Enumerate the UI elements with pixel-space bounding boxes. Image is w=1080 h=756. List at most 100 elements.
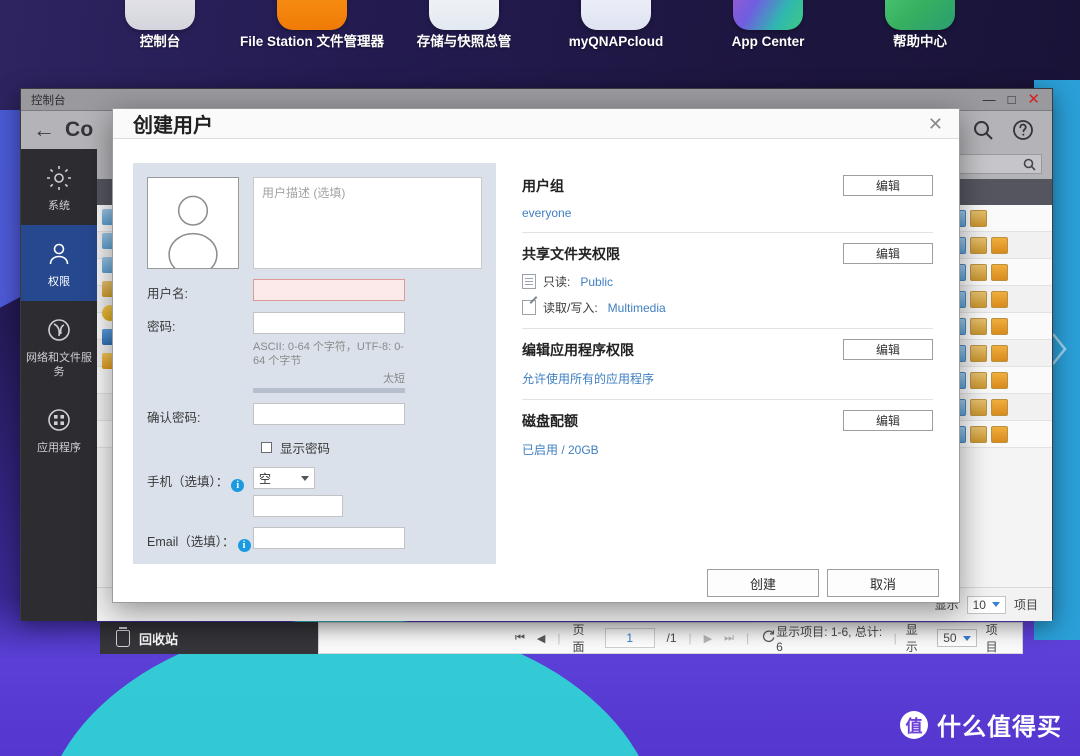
- maximize-button[interactable]: □: [1008, 93, 1016, 106]
- close-button[interactable]: ✕: [1027, 92, 1040, 107]
- apps-icon[interactable]: [991, 426, 1008, 443]
- username-input[interactable]: [253, 279, 405, 301]
- dock-item-file-station[interactable]: File Station 文件管理器: [236, 0, 388, 50]
- section-title: 磁盘配额: [522, 411, 578, 431]
- dock-item-storage-snapshot[interactable]: 存储与快照总管: [388, 0, 540, 50]
- phone-country-select[interactable]: 空: [253, 467, 315, 489]
- apps-icon[interactable]: [991, 318, 1008, 335]
- edit-disk-quota-button[interactable]: 编辑: [843, 410, 933, 431]
- folder-icon[interactable]: [970, 399, 987, 416]
- close-icon[interactable]: ✕: [928, 115, 943, 133]
- email-input[interactable]: [253, 527, 405, 549]
- page-size-select[interactable]: 10: [967, 596, 1006, 614]
- apps-icon[interactable]: [991, 399, 1008, 416]
- cancel-button[interactable]: 取消: [827, 569, 939, 597]
- folder-icon[interactable]: [970, 318, 987, 335]
- dock-item-control-panel[interactable]: 控制台: [84, 0, 236, 50]
- statusbar-page-size-select[interactable]: 50: [937, 629, 976, 647]
- confirm-password-label: 确认密码:: [147, 403, 253, 426]
- watermark-text: 什么值得买: [937, 707, 1062, 742]
- folder-icon[interactable]: [970, 291, 987, 308]
- dialog-titlebar: 创建用户 ✕: [113, 109, 959, 139]
- table-statusbar: ⏮ ◀ | 页面 1 /1 | ▶ ⏭ | 显示项目: 1-6, 总计: 6 |…: [318, 622, 1023, 654]
- avatar[interactable]: [147, 177, 239, 269]
- control-panel-sidebar: 系统 权限 网络和文件服务: [21, 149, 97, 621]
- confirm-password-input[interactable]: [253, 403, 405, 425]
- field-phone: 手机（选填）：i 空: [133, 467, 496, 517]
- user-group-value[interactable]: everyone: [522, 206, 933, 220]
- field-show-password: 显示密码: [133, 438, 496, 457]
- dock-label: 帮助中心: [844, 34, 996, 50]
- phone-country-value: 空: [259, 470, 271, 487]
- apps-icon[interactable]: [991, 372, 1008, 389]
- items-summary: 显示项目: 1-6, 总计: 6: [776, 623, 884, 654]
- folder-icon[interactable]: [970, 345, 987, 362]
- user-form-panel: 用户描述 (选填) 用户名: 密码: ASCII: 0-64 个字符，UTF-8…: [133, 163, 496, 564]
- phone-number-input[interactable]: [253, 495, 343, 517]
- page-total: /1: [667, 631, 677, 645]
- info-icon[interactable]: i: [231, 479, 244, 492]
- sidebar-item-applications[interactable]: 应用程序: [21, 391, 97, 467]
- refresh-icon[interactable]: [761, 629, 776, 647]
- folder-icon[interactable]: [970, 210, 987, 227]
- apps-icon[interactable]: [991, 345, 1008, 362]
- next-page-button[interactable]: ▶: [704, 632, 712, 645]
- password-strength-label: 太短: [253, 370, 405, 386]
- dock-label: 控制台: [84, 34, 236, 50]
- myqnapcloud-icon: [581, 0, 651, 30]
- dialog-footer: 创建 取消: [113, 564, 959, 602]
- password-input[interactable]: [253, 312, 405, 334]
- permission-label: 读取/写入:: [543, 299, 598, 316]
- last-page-button[interactable]: ⏭: [724, 632, 734, 645]
- sidebar-item-label: 权限: [25, 275, 93, 289]
- apps-icon[interactable]: [991, 291, 1008, 308]
- info-icon[interactable]: i: [238, 539, 251, 552]
- permission-label: 只读:: [543, 273, 570, 290]
- permission-line-read-write: 读取/写入: Multimedia: [522, 299, 933, 316]
- apps-icon[interactable]: [991, 237, 1008, 254]
- globe-icon: [44, 315, 74, 345]
- dock-item-help-center[interactable]: 帮助中心: [844, 0, 996, 50]
- disk-quota-value[interactable]: 已启用 / 20GB: [522, 441, 933, 458]
- minimize-button[interactable]: —: [983, 93, 996, 106]
- show-password-checkbox[interactable]: [261, 442, 272, 453]
- dock-label: myQNAPcloud: [540, 34, 692, 50]
- field-email: Email（选填）：i: [133, 527, 496, 552]
- pagination-controls: ⏮ ◀ | 页面 1 /1 | ▶ ⏭ |: [319, 621, 776, 655]
- help-icon[interactable]: [1012, 119, 1034, 141]
- folder-icon[interactable]: [970, 264, 987, 281]
- application-permission-value[interactable]: 允许使用所有的应用程序: [522, 370, 933, 387]
- edit-application-button[interactable]: 编辑: [843, 339, 933, 360]
- sidebar-item-system[interactable]: 系统: [21, 149, 97, 225]
- sidebar-item-privilege[interactable]: 权限: [21, 225, 97, 301]
- field-password: 密码: ASCII: 0-64 个字符，UTF-8: 0-64 个字节 太短: [133, 312, 496, 393]
- create-button[interactable]: 创建: [707, 569, 819, 597]
- dock-item-app-center[interactable]: App Center: [692, 0, 844, 50]
- dock-label: File Station 文件管理器: [236, 34, 388, 50]
- search-icon[interactable]: [972, 119, 994, 141]
- section-title: 共享文件夹权限: [522, 244, 620, 264]
- user-description-input[interactable]: 用户描述 (选填): [253, 177, 482, 269]
- sidebar-item-network[interactable]: 网络和文件服务: [21, 301, 97, 391]
- folder-icon[interactable]: [970, 426, 987, 443]
- dock-item-myqnapcloud[interactable]: myQNAPcloud: [540, 0, 692, 50]
- recycle-bin-label[interactable]: 回收站: [139, 629, 178, 648]
- username-label: 用户名:: [147, 279, 253, 302]
- sidebar-item-label: 网络和文件服务: [25, 351, 93, 379]
- prev-page-button[interactable]: ◀: [537, 632, 545, 645]
- phone-label: 手机（选填）：i: [147, 467, 253, 492]
- apps-icon[interactable]: [991, 264, 1008, 281]
- permission-value[interactable]: Multimedia: [608, 301, 666, 315]
- email-label: Email（选填）：i: [147, 527, 253, 552]
- first-page-button[interactable]: ⏮: [515, 632, 525, 645]
- back-arrow-icon[interactable]: ←: [33, 119, 55, 141]
- watermark-badge: 值: [900, 711, 928, 739]
- edit-user-group-button[interactable]: 编辑: [843, 175, 933, 196]
- page-label: 页面: [573, 621, 593, 655]
- permission-value[interactable]: Public: [580, 275, 613, 289]
- section-application-permission: 编辑应用程序权限 编辑 允许使用所有的应用程序: [522, 328, 933, 399]
- page-number-input[interactable]: 1: [605, 628, 655, 648]
- edit-shared-folder-button[interactable]: 编辑: [843, 243, 933, 264]
- folder-icon[interactable]: [970, 372, 987, 389]
- folder-icon[interactable]: [970, 237, 987, 254]
